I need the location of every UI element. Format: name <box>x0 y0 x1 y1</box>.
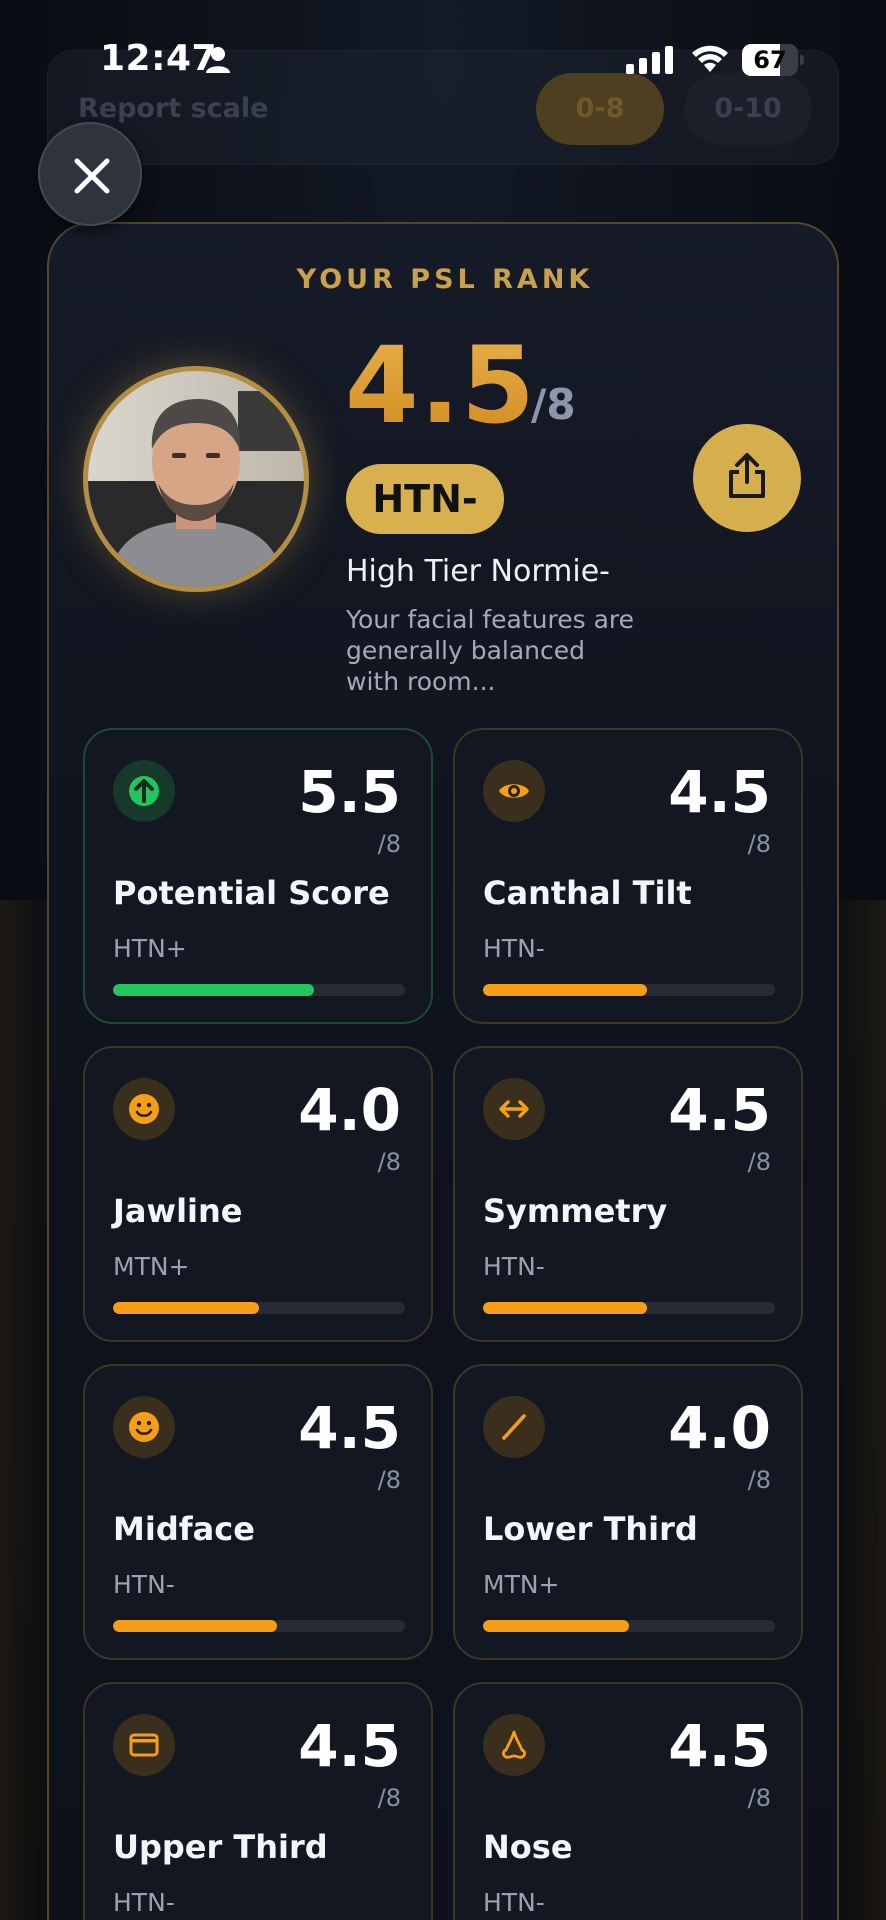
screen: 12:47 67 Report scale 0-8 0-10 YOUR PSL … <box>0 0 886 1920</box>
metric-tier: HTN+ <box>113 934 187 963</box>
metric-score: 4.5 <box>668 1712 771 1780</box>
metric-progress-fill <box>483 984 647 996</box>
metric-progress-bar <box>483 984 775 996</box>
metric-tile-lower-third[interactable]: 4.0 /8 Lower Third MTN+ <box>453 1364 803 1660</box>
close-icon <box>74 158 110 194</box>
battery-indicator: 67 <box>742 44 804 76</box>
arrow-up-icon <box>113 760 175 822</box>
close-button[interactable] <box>38 122 142 226</box>
metric-name: Potential Score <box>113 874 390 912</box>
metric-name: Nose <box>483 1828 573 1866</box>
metric-score-max: /8 <box>377 1784 401 1812</box>
smile-icon <box>113 1078 175 1140</box>
metric-name: Upper Third <box>113 1828 328 1866</box>
smile-icon <box>113 1396 175 1458</box>
metric-score-max: /8 <box>747 1466 771 1494</box>
battery-nub <box>800 55 804 65</box>
metric-score-max: /8 <box>377 1466 401 1494</box>
tier-description: Your facial features are generally balan… <box>346 605 635 696</box>
status-bar: 12:47 67 <box>0 0 886 110</box>
battery-body: 67 <box>742 44 798 76</box>
metric-tier: HTN- <box>113 1888 175 1917</box>
window-icon <box>113 1714 175 1776</box>
metric-score-max: /8 <box>747 1784 771 1812</box>
metric-name: Jawline <box>113 1192 243 1230</box>
tier-badge: HTN- <box>346 464 504 534</box>
metric-progress-fill <box>113 984 315 996</box>
avatar <box>83 366 309 592</box>
wifi-icon <box>692 45 728 72</box>
metric-score: 4.5 <box>298 1712 401 1780</box>
metric-progress-bar <box>113 1620 405 1632</box>
metric-score: 4.0 <box>298 1076 401 1144</box>
status-time: 12:47 <box>100 38 218 79</box>
metric-score: 4.0 <box>668 1394 771 1462</box>
metric-score: 4.5 <box>668 758 771 826</box>
psl-rank-card: YOUR PSL RANK 4.5 /8 HTN- High Tier Norm… <box>47 222 839 1920</box>
psl-score-max: /8 <box>531 380 576 429</box>
metric-progress-fill <box>483 1302 647 1314</box>
metric-tile-midface[interactable]: 4.5 /8 Midface HTN- <box>83 1364 433 1660</box>
metric-progress-bar <box>113 984 405 996</box>
user-photo <box>88 371 304 587</box>
metric-progress-fill <box>483 1620 629 1632</box>
metric-progress-bar <box>483 1302 775 1314</box>
person-icon <box>206 47 230 73</box>
metric-tile-symmetry[interactable]: 4.5 /8 Symmetry HTN- <box>453 1046 803 1342</box>
metric-tier: HTN- <box>113 1570 175 1599</box>
metric-score-max: /8 <box>747 1148 771 1176</box>
metric-tile-potential-score[interactable]: 5.5 /8 Potential Score HTN+ <box>83 728 433 1024</box>
metric-progress-fill <box>113 1620 277 1632</box>
share-icon <box>729 453 765 498</box>
horizontal-arrows-icon <box>483 1078 545 1140</box>
metric-progress-fill <box>113 1302 259 1314</box>
metric-tile-nose[interactable]: 4.5 /8 Nose HTN- <box>453 1682 803 1920</box>
eye-icon <box>483 760 545 822</box>
metric-tile-canthal-tilt[interactable]: 4.5 /8 Canthal Tilt HTN- <box>453 728 803 1024</box>
tier-name: High Tier Normie- <box>346 554 610 589</box>
metric-name: Symmetry <box>483 1192 668 1230</box>
diagonal-line-icon <box>483 1396 545 1458</box>
metric-tier: HTN- <box>483 934 545 963</box>
metric-score-max: /8 <box>377 1148 401 1176</box>
battery-percent: 67 <box>753 46 787 74</box>
metric-tile-upper-third[interactable]: 4.5 /8 Upper Third HTN- <box>83 1682 433 1920</box>
metric-tier: MTN+ <box>483 1570 560 1599</box>
metric-score: 5.5 <box>298 758 401 826</box>
metric-tier: HTN- <box>483 1252 545 1281</box>
metric-tier: HTN- <box>483 1888 545 1917</box>
nose-icon <box>483 1714 545 1776</box>
psl-score: 4.5 <box>345 324 536 447</box>
metric-progress-bar <box>483 1620 775 1632</box>
metric-name: Canthal Tilt <box>483 874 692 912</box>
metric-score-max: /8 <box>377 830 401 858</box>
metric-name: Midface <box>113 1510 255 1548</box>
metric-score-max: /8 <box>747 830 771 858</box>
rank-title: YOUR PSL RANK <box>296 264 594 295</box>
metric-progress-bar <box>113 1302 405 1314</box>
metric-tier: MTN+ <box>113 1252 190 1281</box>
metric-tile-jawline[interactable]: 4.0 /8 Jawline MTN+ <box>83 1046 433 1342</box>
metric-score: 4.5 <box>668 1076 771 1144</box>
share-button[interactable] <box>693 424 801 532</box>
metric-score: 4.5 <box>298 1394 401 1462</box>
metric-name: Lower Third <box>483 1510 698 1548</box>
cellular-signal-icon <box>626 46 673 74</box>
